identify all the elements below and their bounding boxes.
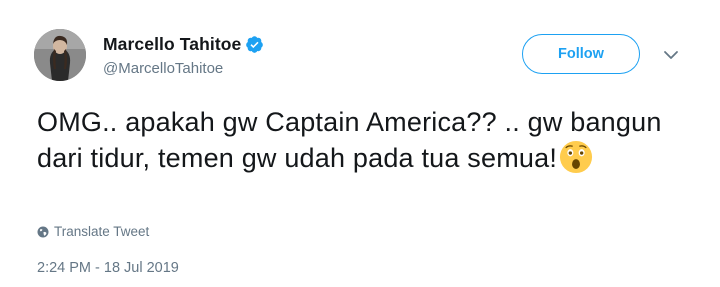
display-name-row: Marcello Tahitoe xyxy=(103,33,264,55)
display-name[interactable]: Marcello Tahitoe xyxy=(103,34,241,55)
follow-button[interactable]: Follow xyxy=(522,34,640,74)
tweet-timestamp[interactable]: 2:24 PM - 18 Jul 2019 xyxy=(37,260,179,276)
profile-photo-icon xyxy=(34,29,86,81)
avatar[interactable] xyxy=(34,29,86,81)
translate-tweet-label: Translate Tweet xyxy=(54,224,150,239)
tweet-text: OMG.. apakah gw Captain America?? .. gw … xyxy=(37,104,687,176)
astonished-face-icon xyxy=(559,140,593,174)
globe-icon xyxy=(37,226,49,237)
translate-tweet-link[interactable]: Translate Tweet xyxy=(37,224,149,239)
tweet-card: Marcello Tahitoe @MarcelloTahitoe Follow… xyxy=(0,0,720,287)
user-handle[interactable]: @MarcelloTahitoe xyxy=(103,60,223,77)
chevron-down-icon[interactable] xyxy=(663,49,679,61)
verified-badge-icon xyxy=(246,35,264,53)
